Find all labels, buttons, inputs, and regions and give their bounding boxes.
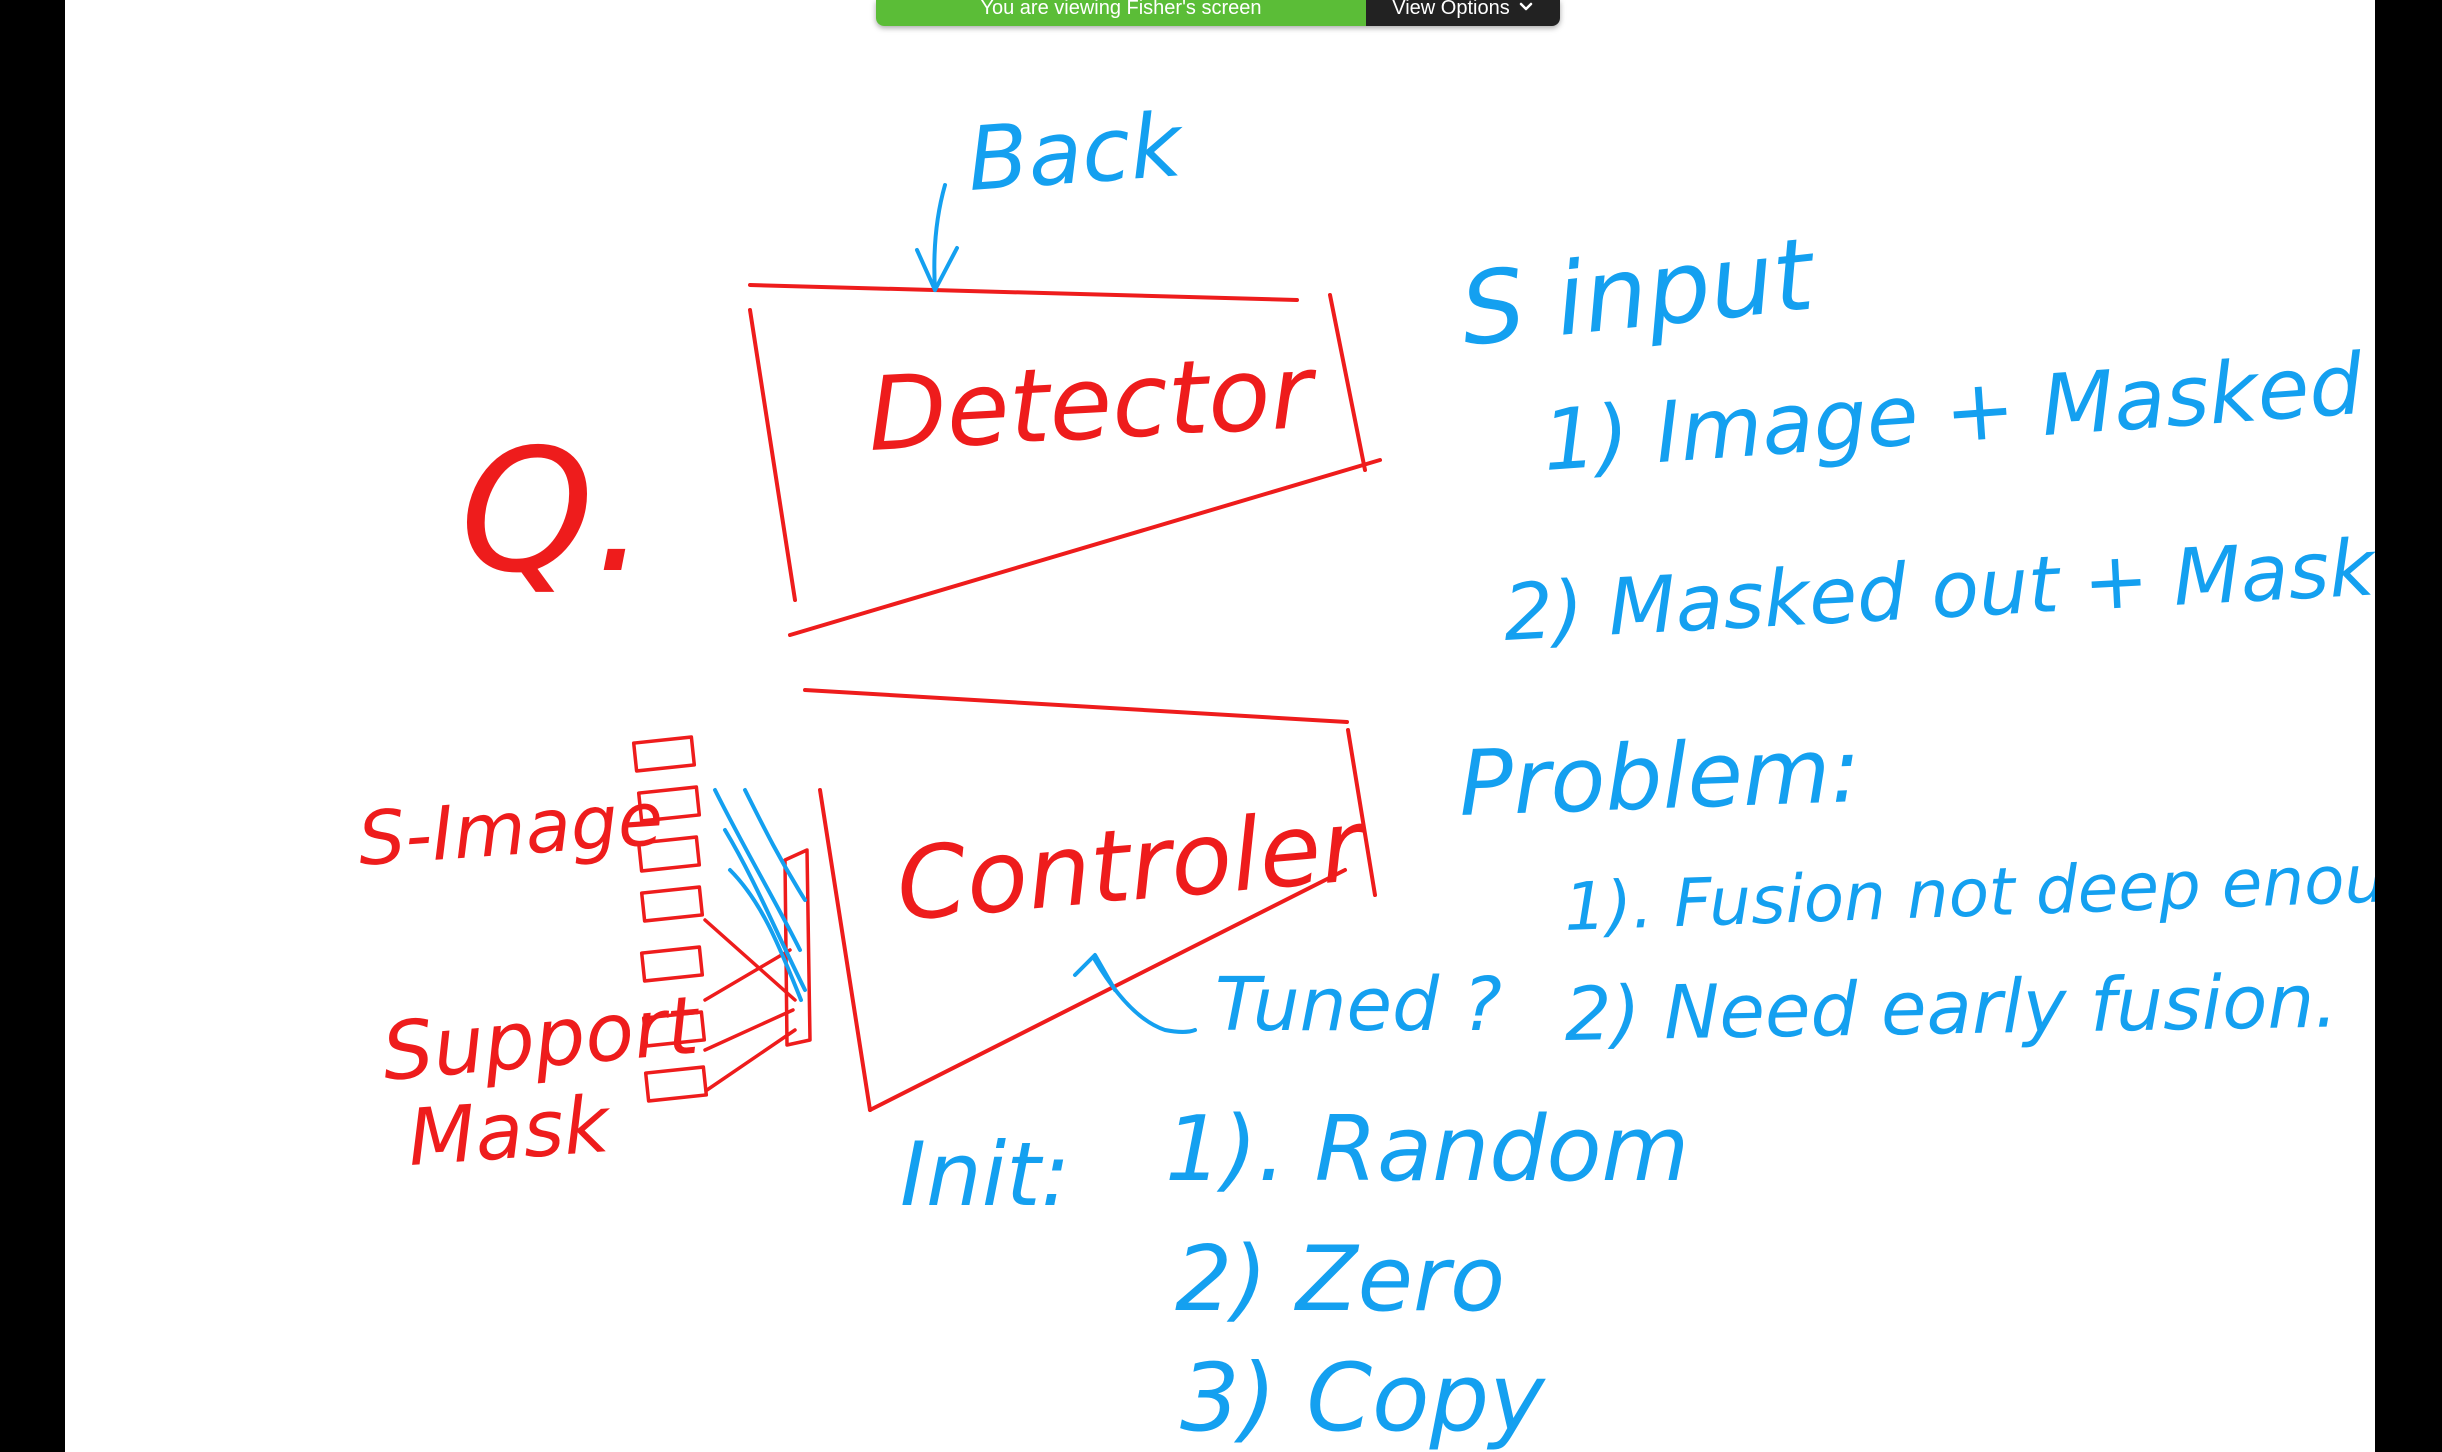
back-label: Back	[964, 93, 1187, 211]
s-image-label: S-Image	[355, 776, 666, 883]
s-input-item-2: 2) Masked out + Masked in	[1501, 513, 2375, 659]
view-options-label: View Options	[1392, 0, 1510, 19]
init-label: Init:	[900, 1123, 1070, 1226]
support-label: Support	[379, 978, 705, 1098]
chevron-down-icon	[1519, 2, 1532, 11]
problem-title: Problem:	[1457, 718, 1862, 837]
whiteboard-canvas: Q. Detector Controler S-Image Support Ma…	[65, 0, 2375, 1452]
controller-label: Controler	[892, 786, 1373, 944]
problem-item-2: 2) Need early fusion.	[1564, 959, 2339, 1058]
s-input-title: S input	[1455, 215, 1822, 369]
init-item-random: 1). Random	[1165, 1097, 1689, 1202]
whiteboard-drawing: Q. Detector Controler S-Image Support Ma…	[355, 93, 2375, 1452]
screen-share-banner: You are viewing Fisher's screen View Opt…	[876, 0, 1560, 26]
init-item-zero: 2) Zero	[1175, 1227, 1505, 1332]
screen-share-frame: You are viewing Fisher's screen View Opt…	[0, 0, 2442, 1452]
s-input-item-1: 1) Image + Masked	[1540, 335, 2367, 490]
problem-item-1: 1). Fusion not deep enough	[1563, 837, 2375, 946]
mask-label: Mask	[405, 1080, 615, 1184]
view-options-button[interactable]: View Options	[1366, 0, 1560, 26]
init-item-copy: 3) Copy	[1180, 1344, 1546, 1452]
q-label: Q.	[460, 413, 648, 611]
share-status-text: You are viewing Fisher's screen	[876, 0, 1366, 26]
detector-label: Detector	[865, 333, 1321, 475]
tuned-label: Tuned ?	[1215, 962, 1502, 1048]
